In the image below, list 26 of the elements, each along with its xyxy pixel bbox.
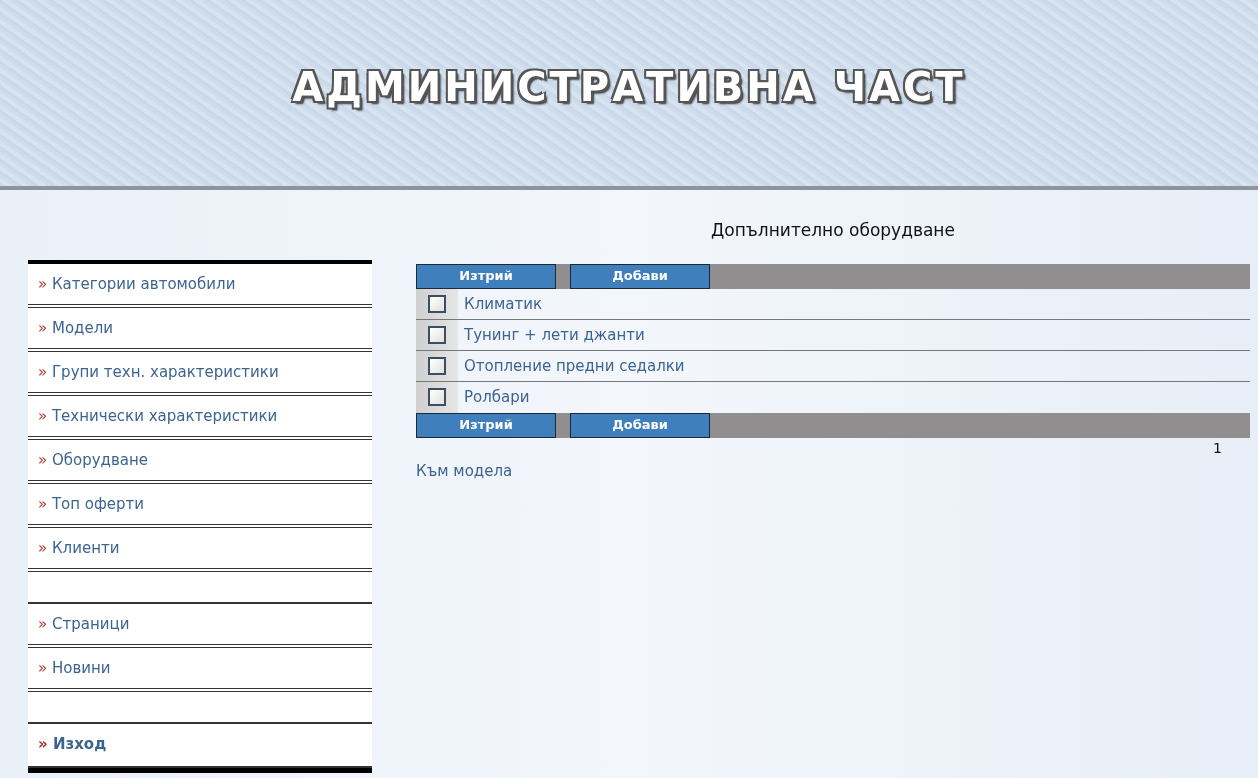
menu-link[interactable]: » Групи техн. характеристики — [28, 352, 372, 396]
delete-button[interactable]: Изтрий — [416, 263, 556, 289]
item-label: Ролбари — [463, 386, 530, 408]
menu-link[interactable]: » Топ оферти — [28, 484, 372, 528]
item-label: Отопление предни седалки — [463, 355, 685, 377]
menu-link[interactable]: » Клиенти — [28, 528, 372, 572]
add-button[interactable]: Добави — [570, 263, 710, 289]
menu-link[interactable]: » Технически характеристики — [28, 396, 372, 440]
back-link[interactable]: Към модела — [416, 461, 513, 480]
add-button[interactable]: Добави — [570, 412, 710, 438]
menu-link[interactable]: » Категории автомобили — [28, 264, 372, 308]
checkbox[interactable] — [428, 294, 446, 313]
menu-link[interactable]: » Оборудване — [28, 440, 372, 484]
page-number[interactable]: 1 — [1213, 439, 1222, 456]
checkbox[interactable] — [428, 325, 446, 344]
item-label: Тунинг + лети джанти — [463, 324, 645, 346]
item-label: Климатик — [463, 293, 543, 315]
checkbox[interactable] — [428, 356, 446, 375]
menu-link[interactable]: » Страници — [28, 604, 372, 648]
header-title: АДМИНИСТРАТИВНА ЧАСТ — [292, 63, 966, 112]
page-heading: Допълнително оборудване — [710, 219, 956, 242]
menu-link[interactable]: » Изход — [28, 724, 372, 768]
checkbox[interactable] — [428, 388, 446, 406]
menu-link[interactable]: » Модели — [28, 308, 372, 352]
menu-link[interactable]: » Новини — [28, 648, 372, 692]
delete-button[interactable]: Изтрий — [416, 412, 556, 438]
